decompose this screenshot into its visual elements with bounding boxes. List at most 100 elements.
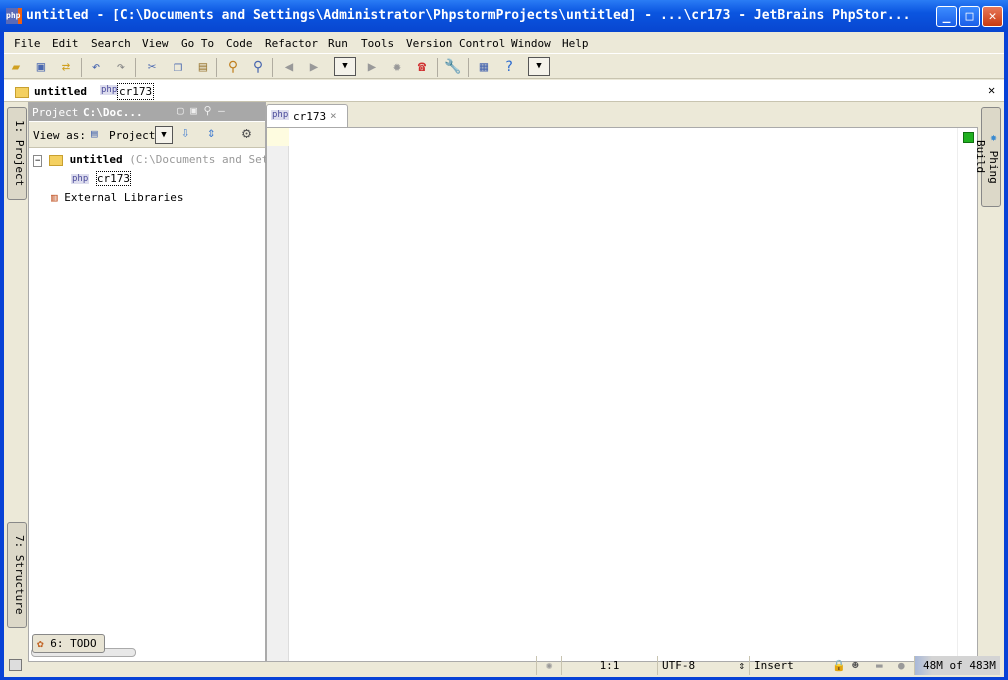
left-tool-stripe: 1: Project 7: Structure <box>4 102 28 662</box>
cut-icon[interactable]: ✂ <box>143 58 161 76</box>
memory-indicator[interactable]: 48M of 483M <box>914 656 1000 675</box>
right-tool-stripe: ✸ Phing Build <box>974 102 1004 662</box>
menu-file[interactable]: File <box>14 37 41 50</box>
tree-external-libraries[interactable]: ▥ External Libraries <box>51 191 183 204</box>
encoding-selector[interactable]: UTF-8 ⇕ <box>657 656 749 675</box>
view-as-row: View as: ▤ Project ▼ ⇩ ⇕ ⚙ <box>29 122 265 148</box>
close-button[interactable]: ✕ <box>982 6 1003 27</box>
editor-area: php cr173 × <box>266 102 978 662</box>
view-as-dropdown[interactable]: ▼ <box>155 126 173 144</box>
settings-icon[interactable]: 🔧 <box>444 58 462 76</box>
nav-project[interactable]: untitled <box>34 85 87 98</box>
collapse-all-icon[interactable]: ⇕ <box>207 125 215 141</box>
menu-edit[interactable]: Edit <box>52 37 79 50</box>
library-icon: ▥ <box>51 191 58 204</box>
nav-close-icon[interactable]: ✕ <box>988 83 995 97</box>
menu-code[interactable]: Code <box>226 37 253 50</box>
redo-icon[interactable]: ↷ <box>112 58 130 76</box>
tree-root-path: (C:\Documents and Sett <box>129 153 275 166</box>
maximize-button[interactable]: □ <box>959 6 980 27</box>
project-panel-header: Project C:\Doc... ▢ ▣ ⚲ — <box>29 103 265 121</box>
phpstorm-app-icon: php <box>6 8 22 24</box>
copy-icon[interactable]: ❐ <box>169 58 187 76</box>
menu-refactor[interactable]: Refactor <box>265 37 318 50</box>
structure-tool-tab[interactable]: 7: Structure <box>7 522 27 628</box>
status-ok-icon <box>963 132 974 143</box>
project-view-icon: ▤ <box>91 127 98 140</box>
listen-debug-icon[interactable]: ☎ <box>413 58 431 76</box>
phing-build-tool-tab[interactable]: ✸ Phing Build <box>974 107 1001 207</box>
toggle-tool-windows-icon[interactable] <box>9 659 22 671</box>
menu-bar: File Edit Search View Go To Code Refacto… <box>4 34 1004 52</box>
caret-position[interactable]: 1:1 <box>561 656 657 675</box>
run-icon[interactable]: ▶ <box>363 58 381 76</box>
help-icon[interactable]: ? <box>500 58 518 76</box>
event-log-icon[interactable]: ▬ <box>876 656 883 675</box>
sync-icon[interactable]: ⇄ <box>57 58 75 76</box>
panel-path: C:\Doc... <box>83 106 143 119</box>
tree-file[interactable]: php cr173 <box>71 171 132 186</box>
code-editor[interactable] <box>266 127 978 662</box>
menu-window[interactable]: Window <box>511 37 551 50</box>
menu-run[interactable]: Run <box>328 37 348 50</box>
menu-goto[interactable]: Go To <box>181 37 214 50</box>
tab-close-icon[interactable]: × <box>330 109 337 122</box>
menu-tools[interactable]: Tools <box>361 37 394 50</box>
panel-options-icons[interactable]: ▢ ▣ ⚲ — <box>177 104 225 117</box>
back-icon[interactable]: ◀ <box>280 58 298 76</box>
title-bar: php untitled - [C:\Documents and Setting… <box>0 0 1008 32</box>
toolbar-dropdown[interactable]: ▼ <box>528 57 550 76</box>
inspector-icon[interactable]: ☻ <box>852 656 859 675</box>
find-icon[interactable]: ⚲ <box>224 58 242 76</box>
menu-view[interactable]: View <box>142 37 169 50</box>
ide-frame: File Edit Search View Go To Code Refacto… <box>4 32 1004 677</box>
window-title: untitled - [C:\Documents and Settings\Ad… <box>26 8 911 23</box>
view-as-select[interactable]: Project <box>109 129 155 142</box>
tree-root-label: untitled <box>69 153 123 166</box>
view-as-label: View as: <box>33 129 86 142</box>
tree-root[interactable]: − untitled (C:\Documents and Sett <box>33 153 275 167</box>
navigation-bar: untitled php cr173 ✕ <box>4 80 1004 102</box>
nav-file[interactable]: cr173 <box>117 83 155 100</box>
run-config-dropdown[interactable]: ▼ <box>334 57 356 76</box>
gutter <box>267 128 289 661</box>
web-preview-icon[interactable]: ▦ <box>475 58 493 76</box>
tree-file-label: cr173 <box>95 171 132 186</box>
status-bar: ✺ 1:1 UTF-8 ⇕ Insert 🔒 ☻ ▬ ● 48M of 483M <box>4 654 1004 677</box>
minimize-button[interactable]: _ <box>936 6 957 27</box>
php-file-icon: php <box>71 174 90 184</box>
menu-version-control[interactable]: Version Control <box>406 37 505 50</box>
paste-icon[interactable]: ▤ <box>194 58 212 76</box>
save-icon[interactable]: ▣ <box>32 58 50 76</box>
background-tasks-icon: ✺ <box>536 656 561 675</box>
folder-icon <box>15 85 29 98</box>
php-file-icon: php <box>100 85 119 95</box>
toolbar: ▰ ▣ ⇄ ↶ ↷ ✂ ❐ ▤ ⚲ ⚲ ◀ ▶ ▼ ▶ ✹ ☎ 🔧 ▦ ? ▼ <box>4 53 1004 79</box>
menu-search[interactable]: Search <box>91 37 131 50</box>
tree-libs-label: External Libraries <box>64 191 184 204</box>
todo-icon: ✿ <box>37 637 44 650</box>
open-icon[interactable]: ▰ <box>7 58 25 76</box>
tab-label: cr173 <box>293 110 327 123</box>
editor-tab[interactable]: php cr173 × <box>266 104 348 127</box>
encoding-label: UTF-8 <box>662 659 696 672</box>
error-stripe <box>957 128 977 661</box>
undo-icon[interactable]: ↶ <box>87 58 105 76</box>
debug-icon[interactable]: ✹ <box>388 58 406 76</box>
phing-label: Phing Build <box>974 140 1000 184</box>
folder-icon <box>49 154 64 166</box>
replace-icon[interactable]: ⚲ <box>249 58 267 76</box>
project-tool-tab[interactable]: 1: Project <box>7 107 27 200</box>
status-circle-icon[interactable]: ● <box>898 656 905 675</box>
project-panel: Project C:\Doc... ▢ ▣ ⚲ — View as: ▤ Pro… <box>28 102 275 662</box>
todo-label: 6: TODO <box>50 637 97 650</box>
php-file-icon: php <box>271 110 290 120</box>
todo-tool-tab[interactable]: ✿ 6: TODO <box>32 634 105 653</box>
lock-icon[interactable]: 🔒 <box>832 656 846 675</box>
panel-title: Project <box>32 106 79 119</box>
scroll-from-source-icon[interactable]: ⇩ <box>181 125 189 141</box>
forward-icon[interactable]: ▶ <box>305 58 323 76</box>
gear-icon[interactable]: ⚙ <box>242 124 251 142</box>
menu-help[interactable]: Help <box>562 37 589 50</box>
insert-mode[interactable]: Insert <box>749 656 824 675</box>
